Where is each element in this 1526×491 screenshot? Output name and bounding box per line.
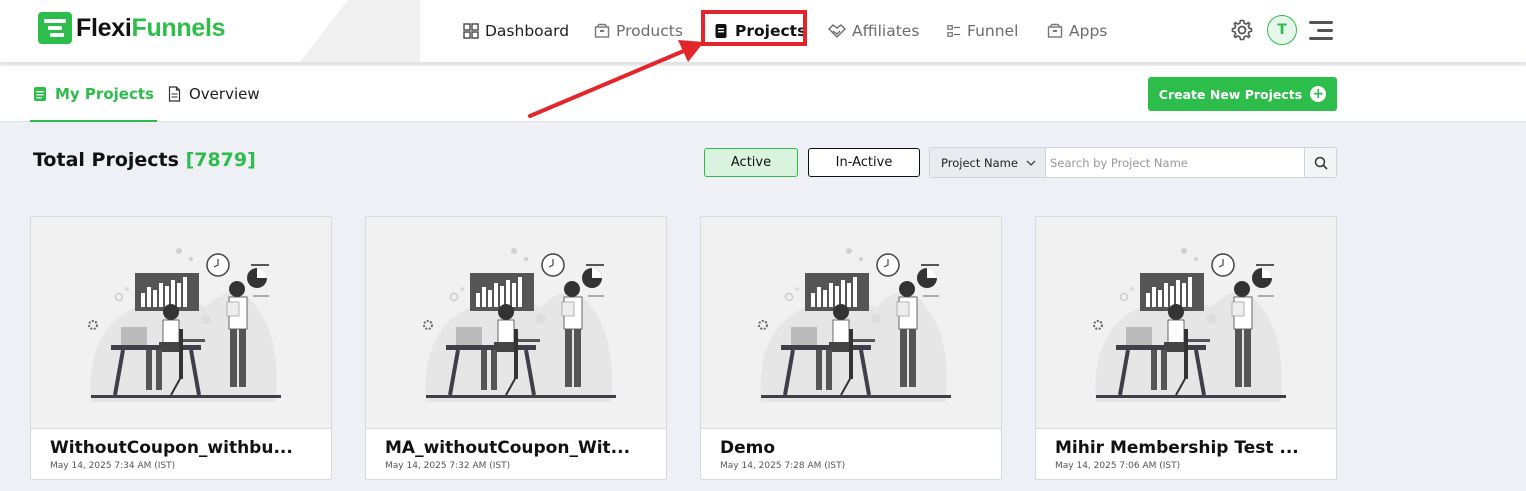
brand-name-part2: Funnels — [131, 13, 226, 42]
project-thumbnail — [31, 217, 331, 429]
project-title[interactable]: WithoutCoupon_withbu... — [50, 438, 293, 458]
nav-products[interactable]: Products — [594, 0, 683, 62]
search-field-select-value: Project Name — [941, 155, 1018, 170]
nav-affiliates[interactable]: Affiliates — [828, 0, 919, 62]
project-illustration — [88, 248, 281, 402]
project-thumbnail — [701, 217, 1001, 429]
tab-my-projects[interactable]: My Projects — [30, 66, 157, 122]
nav-apps[interactable]: Apps — [1047, 0, 1107, 62]
apps-icon — [1047, 23, 1063, 38]
projects-highlight-box — [701, 10, 807, 46]
nav-apps-label: Apps — [1069, 22, 1108, 40]
nav-funnel-label: Funnel — [967, 22, 1019, 40]
tab-overview[interactable]: Overview — [168, 66, 260, 122]
project-date: May 14, 2025 7:32 AM (IST) — [385, 461, 511, 471]
create-new-projects-button[interactable]: Create New Projects + — [1148, 77, 1337, 111]
sub-header: My Projects Overview Create New Projects… — [0, 66, 1526, 122]
nav-funnel[interactable]: Funnel — [947, 0, 1018, 62]
projects-tab-icon — [34, 87, 46, 101]
project-thumbnail — [366, 217, 666, 429]
funnel-logo-icon — [38, 12, 72, 44]
total-projects-count: [7879] — [185, 149, 256, 171]
project-title[interactable]: Mihir Membership Test ... — [1055, 438, 1299, 458]
search-input[interactable] — [1046, 148, 1304, 177]
project-card[interactable]: MA_withoutCoupon_Wit... May 14, 2025 7:3… — [365, 216, 667, 480]
project-illustration — [1093, 248, 1286, 402]
project-card[interactable]: Demo May 14, 2025 7:28 AM (IST) — [700, 216, 1002, 480]
document-icon — [168, 86, 181, 102]
project-thumbnail — [1036, 217, 1336, 429]
top-navbar: FlexiFunnels Dashboard Products Projects… — [0, 0, 1526, 62]
project-title[interactable]: MA_withoutCoupon_Wit... — [385, 438, 630, 458]
chevron-down-icon — [1026, 160, 1036, 166]
nav-affiliates-label: Affiliates — [852, 22, 920, 40]
filter-active-button[interactable]: Active — [704, 148, 798, 177]
project-illustration — [423, 248, 616, 402]
search-field-select[interactable]: Project Name — [930, 148, 1046, 177]
nav-dashboard-label: Dashboard — [485, 22, 570, 40]
user-avatar[interactable]: T — [1267, 15, 1297, 45]
plus-icon: + — [1310, 86, 1327, 102]
project-card[interactable]: Mihir Membership Test ... May 14, 2025 7… — [1035, 216, 1337, 480]
total-projects-heading: Total Projects [7879] — [33, 149, 256, 171]
tab-overview-label: Overview — [189, 85, 260, 103]
total-projects-label: Total Projects — [33, 149, 179, 171]
nav-products-label: Products — [616, 22, 683, 40]
dashboard-icon — [463, 23, 479, 39]
funnel-icon — [947, 25, 961, 37]
gear-icon[interactable] — [1230, 18, 1254, 42]
project-date: May 14, 2025 7:34 AM (IST) — [50, 461, 176, 471]
tab-my-projects-label: My Projects — [55, 85, 154, 103]
menu-icon[interactable] — [1309, 19, 1333, 41]
search-bar: Project Name — [929, 147, 1337, 178]
affiliates-icon — [828, 24, 846, 38]
filter-inactive-button[interactable]: In-Active — [808, 148, 920, 177]
brand-logo[interactable]: FlexiFunnels — [38, 12, 226, 44]
search-icon — [1314, 156, 1328, 170]
brand-name: FlexiFunnels — [76, 13, 226, 43]
project-date: May 14, 2025 7:06 AM (IST) — [1055, 461, 1181, 471]
project-date: May 14, 2025 7:28 AM (IST) — [720, 461, 846, 471]
brand-name-part1: Flexi — [76, 13, 132, 42]
products-icon — [594, 23, 610, 38]
nav-dashboard[interactable]: Dashboard — [463, 0, 569, 62]
create-button-label: Create New Projects — [1158, 86, 1303, 102]
project-illustration — [758, 248, 951, 402]
search-button[interactable] — [1304, 148, 1336, 177]
project-title[interactable]: Demo — [720, 438, 775, 458]
project-card[interactable]: WithoutCoupon_withbu... May 14, 2025 7:3… — [30, 216, 332, 480]
